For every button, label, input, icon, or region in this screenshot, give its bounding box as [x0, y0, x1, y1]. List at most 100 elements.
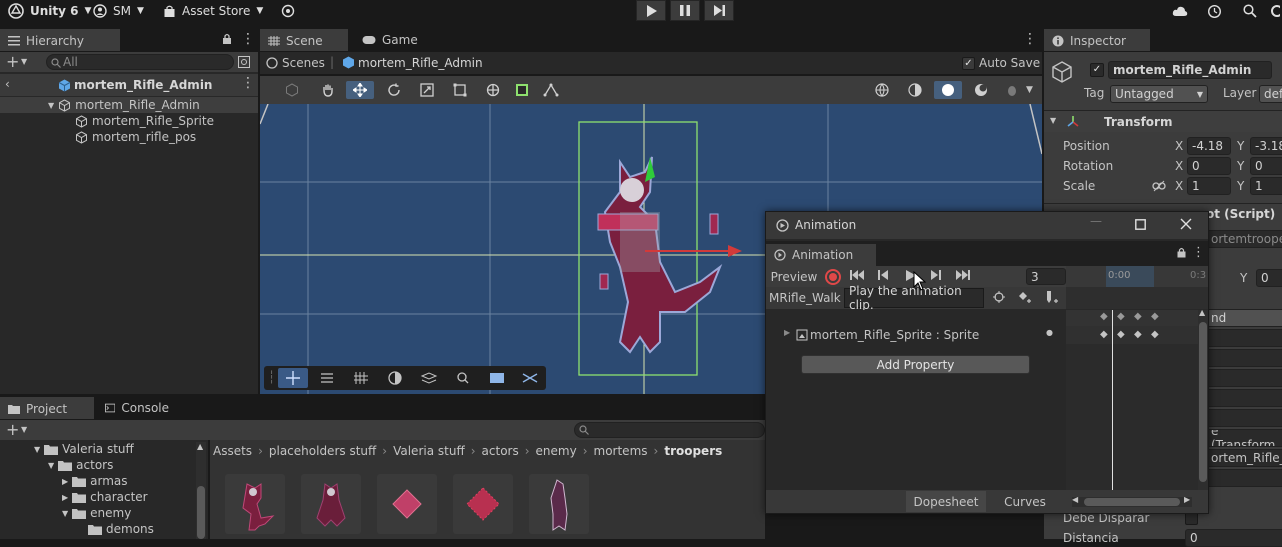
property-row[interactable]: ▶ mortem_Rifle_Sprite : Sprite ●	[766, 326, 1066, 344]
scroll-right-icon[interactable]: ▶	[1184, 495, 1190, 504]
keyframe-dot-icon[interactable]: ●	[1046, 328, 1053, 337]
inspector-field[interactable]	[1206, 409, 1282, 427]
close-icon[interactable]	[1180, 218, 1192, 230]
horizontal-scrollbar[interactable]: ◀ ▶	[1072, 495, 1192, 507]
transform-tool-button[interactable]	[479, 81, 507, 99]
asset-thumbnail[interactable]	[301, 474, 361, 534]
vertical-scrollbar[interactable]: ▲	[1198, 308, 1208, 490]
shading-mode-button[interactable]	[901, 81, 929, 99]
scroll-left-icon[interactable]: ◀	[1072, 495, 1078, 504]
account-menu[interactable]: SM ▼	[93, 0, 144, 22]
tab-scene[interactable]: Scene	[260, 29, 348, 51]
scale-tool-button[interactable]	[413, 81, 441, 99]
effects-toggle-button[interactable]	[998, 81, 1026, 99]
dopesheet-tab[interactable]: Dopesheet	[906, 491, 986, 512]
breadcrumb-item[interactable]: placeholders stuff	[269, 444, 376, 458]
maximize-icon[interactable]	[1135, 219, 1146, 230]
search-filter-icon[interactable]	[238, 56, 250, 68]
breadcrumb-item[interactable]: actors	[482, 444, 519, 458]
minimize-icon[interactable]: —	[1090, 214, 1102, 228]
sprite-reference-field[interactable]: ortem_Rifle_	[1206, 449, 1282, 467]
tab-animation[interactable]: Animation	[766, 244, 876, 266]
drag-handle[interactable]: ┆	[268, 370, 275, 384]
animation-titlebar[interactable]: Animation —	[766, 212, 1208, 239]
chevron-down-icon[interactable]: ▼	[1026, 85, 1033, 95]
preview-toggle[interactable]: Preview	[766, 266, 822, 287]
record-button[interactable]	[825, 269, 841, 285]
hierarchy-item[interactable]: ▼ mortem_Rifle_Admin	[0, 97, 258, 113]
add-property-button[interactable]: Add Property	[801, 355, 1030, 374]
script-reference-field[interactable]: ortemtroope	[1206, 230, 1282, 248]
breadcrumb-object[interactable]: mortem_Rifle_Admin	[358, 56, 483, 70]
scrollbar[interactable]: ▲	[196, 442, 206, 539]
breadcrumb-item[interactable]: Assets	[213, 444, 252, 458]
overlay-shuffle-button[interactable]	[516, 368, 544, 388]
keyframe-diamond-icon[interactable]: ◆	[1100, 329, 1108, 340]
draw-mode-button[interactable]	[868, 81, 896, 99]
keyframe-diamond-icon[interactable]: ◆	[1100, 311, 1108, 322]
2d-toggle-button[interactable]	[278, 81, 306, 99]
enum-dropdown[interactable]: nd	[1206, 309, 1282, 327]
prev-keyframe-button[interactable]	[878, 270, 896, 284]
add-keyframe-button[interactable]	[1017, 290, 1035, 306]
add-icon[interactable]: +	[6, 52, 19, 71]
overlay-layers-button[interactable]	[414, 368, 444, 388]
rect-tool-button[interactable]	[446, 81, 474, 99]
kebab-menu-icon[interactable]: ⋮	[1192, 245, 1205, 260]
play-button[interactable]	[636, 0, 666, 21]
overlay-move-button[interactable]	[278, 368, 308, 388]
asset-thumbnail[interactable]	[453, 474, 513, 534]
cloud-services-button[interactable]	[281, 0, 295, 22]
overlay-camera-button[interactable]	[482, 368, 512, 388]
scroll-up-icon[interactable]: ▲	[1199, 308, 1205, 317]
lock-icon[interactable]	[222, 33, 232, 45]
tab-game[interactable]: Game	[354, 29, 434, 51]
scale-x-field[interactable]: 1	[1187, 177, 1231, 195]
event-lane[interactable]	[1066, 287, 1208, 309]
custom-tool-button[interactable]	[508, 81, 536, 99]
active-checkbox[interactable]: ✓	[1090, 63, 1104, 77]
folder-item[interactable]: ▶ armas	[62, 473, 128, 489]
folder-item[interactable]: ▼ Valeria stuff	[34, 441, 134, 457]
tag-dropdown[interactable]: Untagged ▼	[1110, 85, 1208, 103]
step-button[interactable]	[704, 0, 734, 21]
overlay-sliders-button[interactable]	[312, 368, 342, 388]
hierarchy-item[interactable]: mortem_rifle_pos	[75, 129, 196, 145]
shaded-mode-button[interactable]	[934, 81, 962, 99]
inspector-field[interactable]	[1206, 369, 1282, 387]
layer-dropdown[interactable]: def	[1259, 85, 1282, 103]
transform-header[interactable]: ▼ Transform	[1044, 110, 1282, 132]
clip-dropdown[interactable]: MRifle_Walk	[766, 288, 841, 308]
tab-inspector[interactable]: Inspector	[1044, 29, 1150, 51]
inspector-field[interactable]	[1206, 389, 1282, 407]
distancia-field[interactable]: 0	[1185, 529, 1282, 547]
history-button[interactable]	[1207, 0, 1222, 22]
scene-header[interactable]: ‹ mortem_Rifle_Admin ⋮	[0, 74, 258, 96]
curves-tab[interactable]: Curves	[988, 491, 1062, 512]
scrollbar-thumb[interactable]	[197, 486, 205, 539]
overlay-sphere-button[interactable]	[380, 368, 410, 388]
asset-thumbnail[interactable]	[529, 474, 589, 534]
dopesheet-area[interactable]: ◆ ◆ ◆ ◆ ◆ ◆ ◆ ◆ ▲	[1066, 308, 1208, 490]
keyframe-diamond-icon[interactable]: ◆	[1117, 329, 1125, 340]
auto-save-checkbox[interactable]: ✓	[962, 57, 975, 70]
chevron-down-icon[interactable]: ▼	[48, 101, 54, 110]
keyframe-diamond-icon[interactable]: ◆	[1117, 311, 1125, 322]
chevron-down-icon[interactable]: ▼	[21, 425, 27, 434]
back-arrow-icon[interactable]: ‹	[5, 77, 10, 91]
add-event-button[interactable]	[1044, 290, 1062, 306]
breadcrumb-item[interactable]: enemy	[536, 444, 577, 458]
chevron-right-icon[interactable]: ▶	[784, 328, 790, 337]
position-y-field[interactable]: -3.18	[1250, 137, 1282, 155]
keyframe-diamond-icon[interactable]: ◆	[1134, 311, 1142, 322]
keyframe-diamond-icon[interactable]: ◆	[1134, 329, 1142, 340]
asset-store-menu[interactable]: Asset Store ▼	[163, 0, 263, 22]
hand-tool-button[interactable]	[314, 81, 342, 99]
link-icon[interactable]	[1152, 180, 1166, 192]
add-icon[interactable]: +	[6, 420, 19, 439]
rotation-y-field[interactable]: 0	[1250, 157, 1282, 175]
scale-y-field[interactable]: 1	[1250, 177, 1282, 195]
position-x-field[interactable]: -4.18	[1187, 137, 1231, 155]
asset-thumbnail[interactable]	[225, 474, 285, 534]
rotate-tool-button[interactable]	[380, 81, 408, 99]
